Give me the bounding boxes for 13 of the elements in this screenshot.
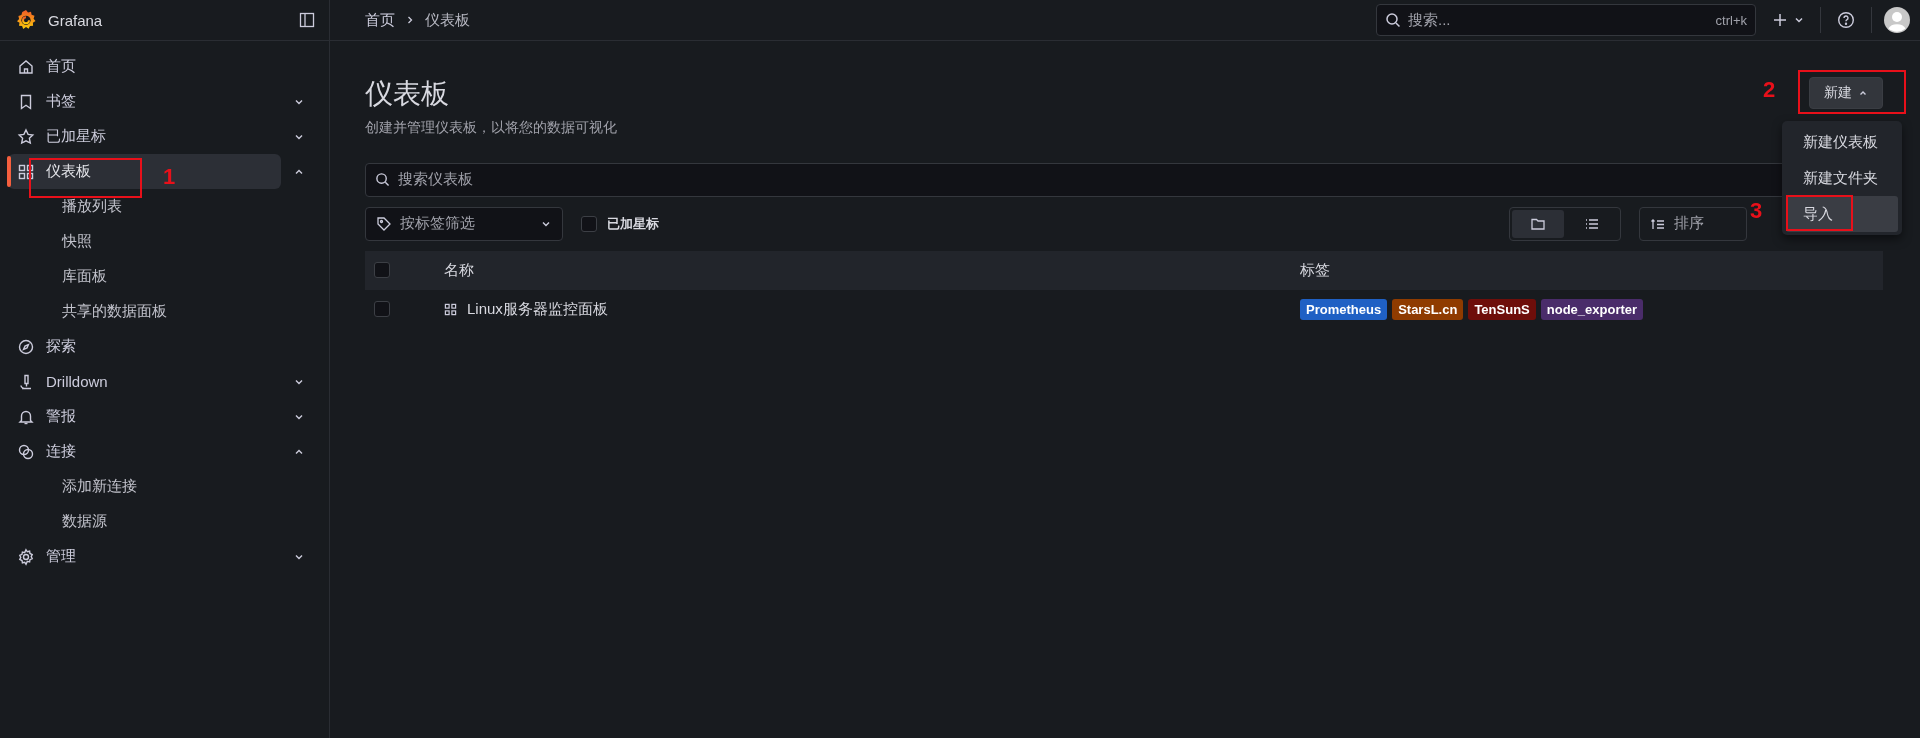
page-title: 仪表板	[365, 77, 450, 111]
brand-name: Grafana	[48, 11, 104, 29]
shortcut-hint: ctrl+k	[1715, 12, 1747, 28]
checkbox-label: 已加星标	[607, 214, 659, 233]
search-placeholder: 搜索...	[1408, 10, 1451, 30]
column-header: 标签	[1300, 260, 1331, 280]
search-placeholder: 搜索仪表板	[398, 170, 473, 190]
page-subtitle: 创建并管理仪表板，以将您的数据可视化	[365, 118, 617, 137]
column-header: 名称	[444, 260, 475, 280]
annotation-number: 1	[163, 166, 176, 188]
breadcrumb: 仪表板	[425, 10, 470, 30]
annotation-number: 2	[1763, 79, 1776, 101]
annotation-number: 3	[1750, 200, 1763, 222]
